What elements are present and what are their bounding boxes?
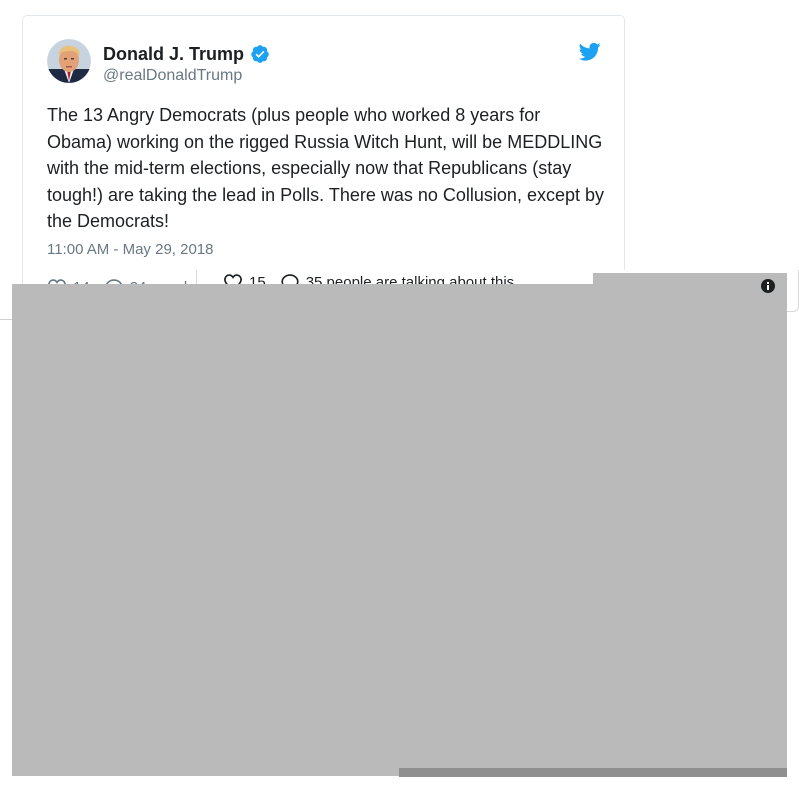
redaction-block [12, 284, 787, 776]
avatar[interactable] [47, 39, 91, 83]
verified-badge-icon [250, 44, 270, 64]
bottom-bar [399, 768, 787, 777]
tweet-timestamp[interactable]: 11:00 AM - May 29, 2018 [47, 240, 214, 260]
user-handle[interactable]: @realDonaldTrump [103, 64, 242, 88]
twitter-bird-icon[interactable] [578, 42, 601, 62]
info-icon[interactable] [761, 279, 775, 293]
tweet-text: The 13 Angry Democrats (plus people who … [47, 105, 604, 231]
